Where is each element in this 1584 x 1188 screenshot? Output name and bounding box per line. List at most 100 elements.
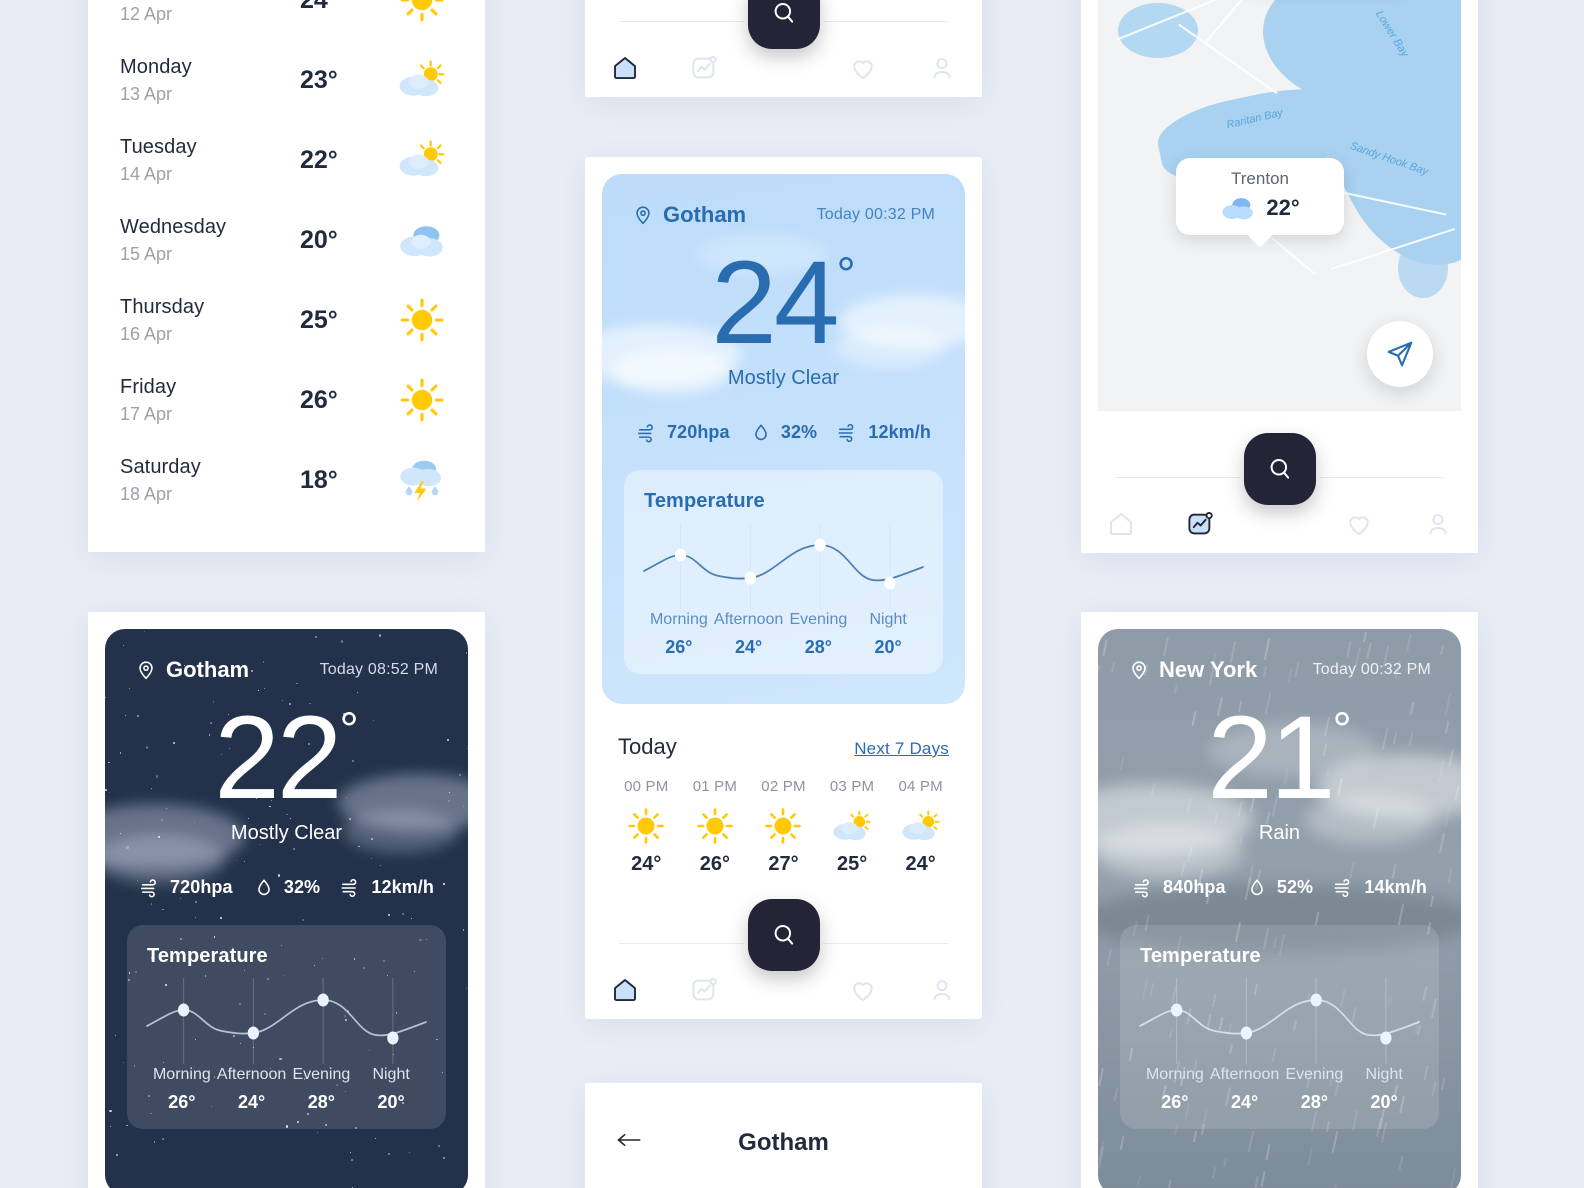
user-icon xyxy=(933,980,951,1001)
star xyxy=(465,988,468,990)
main-weather-panel: Gotham Today 00:32 PM 24° Mostly Clear 7… xyxy=(585,157,982,1019)
temp-point-value: 28° xyxy=(1300,1091,1328,1112)
weekly-day-date: 14 Apr xyxy=(120,163,173,184)
temp-point-label: Morning xyxy=(1145,1065,1204,1083)
weekly-row[interactable]: Friday 17 Apr 26° xyxy=(120,360,453,440)
detail-panel: Gotham xyxy=(585,1083,982,1188)
hero-header: Gotham Today 00:32 PM xyxy=(632,202,935,228)
sun-icon xyxy=(400,378,444,422)
weekly-row[interactable]: Wednesday 15 Apr 20° xyxy=(120,200,453,280)
nav-item-favorite[interactable] xyxy=(1319,509,1398,539)
next-7-days-link[interactable]: Next 7 Days xyxy=(854,739,949,759)
location-pin-icon xyxy=(1132,661,1146,680)
chart-points xyxy=(177,993,399,1045)
rain-drop xyxy=(1398,1156,1404,1171)
star xyxy=(411,918,412,920)
weekly-day-name: Monday xyxy=(120,55,192,78)
temp-point-value: 20° xyxy=(377,1091,405,1112)
humidity-icon xyxy=(258,879,270,895)
nav-divider-right xyxy=(1319,477,1444,478)
weekly-row[interactable]: Tomorrow 12 Apr 24° xyxy=(120,0,453,40)
search-fab-button[interactable] xyxy=(747,0,820,49)
rain-drop xyxy=(1119,756,1124,771)
star xyxy=(356,691,358,693)
nav-item-profile[interactable] xyxy=(903,53,982,83)
rain-drop xyxy=(1330,1182,1337,1188)
hourly-item[interactable]: 01 PM 26° xyxy=(681,778,750,876)
back-button[interactable] xyxy=(615,1129,645,1156)
weekly-day-group: Tomorrow 12 Apr xyxy=(120,0,300,25)
star xyxy=(126,1124,128,1127)
chart-line xyxy=(1139,998,1420,1037)
hero-temp-value: 21 xyxy=(1207,692,1335,824)
map-locate-button[interactable] xyxy=(1367,321,1433,387)
weekly-day-date: 16 Apr xyxy=(120,323,173,344)
humidity-icon xyxy=(1251,879,1263,895)
rain-drop xyxy=(1098,1145,1105,1169)
weekly-day-group: Saturday 18 Apr xyxy=(120,456,300,505)
humidity-icon xyxy=(755,424,767,440)
map-bubble-temp: 22° xyxy=(1266,195,1300,220)
search-fab-button[interactable] xyxy=(1243,433,1316,505)
star xyxy=(467,747,468,749)
nav-item-stats[interactable] xyxy=(1160,509,1239,539)
nav-divider-left xyxy=(619,21,744,22)
star xyxy=(122,644,124,646)
pressure-icon xyxy=(140,879,156,898)
chart-gridlines xyxy=(183,977,394,1064)
star xyxy=(314,636,317,639)
hourly-item[interactable]: 02 PM 27° xyxy=(749,778,818,876)
weekly-row[interactable]: Thursday 16 Apr 25° xyxy=(120,280,453,360)
rain-drop xyxy=(1306,1147,1312,1166)
hero-header: New York Today 00:32 PM xyxy=(1128,657,1431,683)
stat-humidity-value: 32% xyxy=(780,422,818,443)
search-fab-button[interactable] xyxy=(747,899,820,971)
temp-point-afternoon: Afternoon 24° xyxy=(217,1066,287,1113)
hourly-item[interactable]: 00 PM 24° xyxy=(612,778,681,876)
hero-stats-row: 720hpa 32% 12km/h xyxy=(632,422,935,444)
nav-item-profile[interactable] xyxy=(903,975,982,1005)
hourly-temp: 26° xyxy=(699,853,731,875)
stat-wind-value: 12km/h xyxy=(868,422,931,443)
hourly-item[interactable]: 03 PM 25° xyxy=(818,778,887,876)
weekly-forecast-panel: Tomorrow 12 Apr 24° Monday 13 Apr 23° xyxy=(88,0,485,552)
weekly-day-date: 12 Apr xyxy=(120,3,173,24)
star xyxy=(387,1152,390,1155)
weekly-icon xyxy=(392,457,453,503)
map-bubble-trenton[interactable]: Trenton 22° xyxy=(1176,158,1344,248)
weekly-row[interactable]: Saturday 18 Apr 18° xyxy=(120,440,453,520)
nav-item-favorite[interactable] xyxy=(823,53,902,83)
star xyxy=(109,1109,112,1112)
hero-city-name: Gotham xyxy=(166,657,250,682)
weekly-icon xyxy=(392,221,453,258)
hourly-item[interactable]: 04 PM 24° xyxy=(886,778,955,876)
temp-point-night: Night 20° xyxy=(853,611,923,658)
stat-humidity-value: 32% xyxy=(283,877,321,898)
star xyxy=(447,738,450,741)
temp-point-value: 28° xyxy=(307,1091,335,1112)
hero-temp-degree: ° xyxy=(339,704,359,757)
temperature-chart-card-day: Temperature Morning 26° Afternoon 24° Ev… xyxy=(624,469,943,674)
nav-item-home[interactable] xyxy=(1081,509,1160,539)
star xyxy=(129,687,131,689)
map-view[interactable]: Lower Bay Raritan Bay Sandy Hook Bay Got… xyxy=(1098,0,1461,411)
nav-item-home[interactable] xyxy=(585,53,664,83)
nav-item-stats[interactable] xyxy=(664,53,743,83)
rain-drop xyxy=(1187,845,1192,862)
temp-point-evening: Evening 28° xyxy=(784,611,854,658)
rain-drop xyxy=(1180,861,1186,878)
nav-item-favorite[interactable] xyxy=(823,975,902,1005)
temp-point-label: Morning xyxy=(649,610,708,628)
weekly-row[interactable]: Monday 13 Apr 23° xyxy=(120,40,453,120)
weekly-day-group: Friday 17 Apr xyxy=(120,376,300,425)
stat-humidity: 52% xyxy=(1246,877,1313,899)
weekly-day-date: 17 Apr xyxy=(120,403,173,424)
nav-item-home[interactable] xyxy=(585,975,664,1005)
weekly-temp: 18° xyxy=(300,465,338,494)
chart-line xyxy=(643,543,924,582)
star xyxy=(458,774,461,777)
nav-item-stats[interactable] xyxy=(664,975,743,1005)
nav-item-profile[interactable] xyxy=(1399,509,1478,539)
weekly-row[interactable]: Tuesday 14 Apr 22° xyxy=(120,120,453,200)
